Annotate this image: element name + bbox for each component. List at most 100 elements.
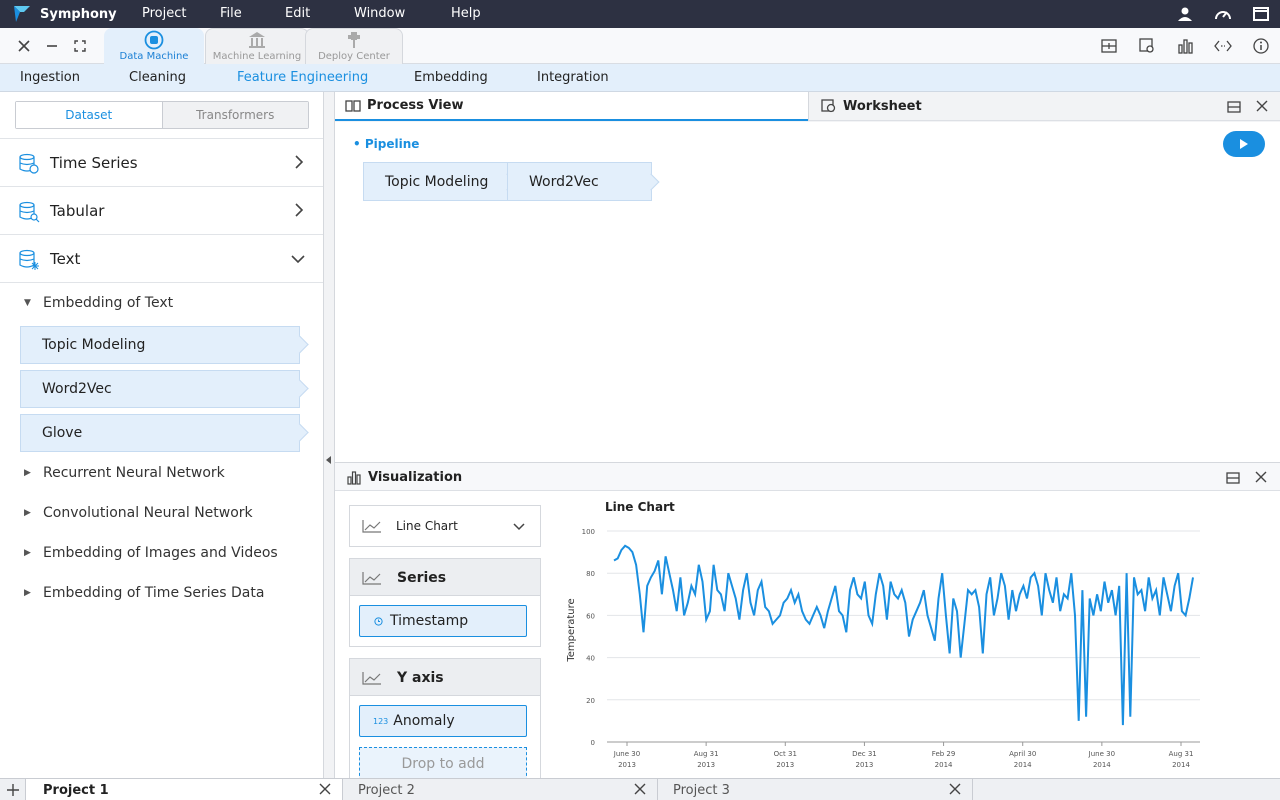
x-tick-label: 2014 — [1093, 761, 1111, 769]
close-icon[interactable] — [948, 782, 962, 796]
close-panel-icon[interactable] — [1255, 471, 1267, 483]
chart-title: Line Chart — [605, 500, 675, 514]
app-name: Symphony — [40, 6, 117, 22]
chart-type-select[interactable]: Line Chart — [349, 505, 541, 547]
bank-icon — [246, 30, 268, 50]
x-tick-label: Aug 31 — [1169, 750, 1194, 758]
menu-project[interactable]: Project — [142, 6, 186, 21]
play-icon — [1240, 139, 1248, 149]
close-icon[interactable] — [10, 28, 38, 64]
bar-chart-icon[interactable] — [1166, 28, 1204, 64]
chip-label: Anomaly — [393, 713, 455, 729]
pipeline-step-topic-modeling[interactable]: Topic Modeling — [363, 162, 508, 201]
info-icon[interactable] — [1242, 28, 1280, 64]
subnav-ingestion[interactable]: Ingestion — [20, 70, 80, 85]
category-text[interactable]: Text — [0, 234, 323, 282]
subnav: Ingestion Cleaning Feature Engineering E… — [0, 64, 1280, 92]
menu-file[interactable]: File — [220, 6, 242, 21]
tab-machine-learning[interactable]: Machine Learning — [205, 28, 309, 64]
gauge-icon[interactable] — [1204, 0, 1242, 28]
chart-type-value: Line Chart — [396, 519, 458, 533]
y-axis-header-label: Y axis — [397, 670, 444, 686]
tab-deploy-center[interactable]: Deploy Center — [305, 28, 403, 64]
project-tab-2[interactable]: Project 2 — [343, 779, 658, 800]
caret-right-icon: ▶ — [24, 508, 31, 518]
line-chart-icon — [362, 520, 381, 533]
x-tick-label: 2014 — [1014, 761, 1032, 769]
run-button[interactable] — [1223, 131, 1265, 157]
sidebar: Dataset Transformers Time Series Tabular… — [0, 92, 324, 778]
y-axis-chip-anomaly[interactable]: 123 Anomaly — [359, 705, 527, 737]
tab-label: Data Machine — [119, 51, 189, 62]
app-tab-row: Data Machine Machine Learning Deploy Cen… — [0, 28, 1280, 64]
tab-process-view[interactable]: Process View — [335, 92, 808, 121]
process-view-title: Process View — [367, 98, 464, 113]
transformer-word2vec[interactable]: Word2Vec — [20, 370, 300, 408]
group-convolutional-neural-network[interactable]: ▶ Convolutional Neural Network — [24, 505, 253, 521]
code-icon[interactable] — [1204, 28, 1242, 64]
subnav-integration[interactable]: Integration — [537, 70, 609, 85]
project-tab-1[interactable]: Project 1 — [26, 779, 343, 800]
pipeline-step-word2vec[interactable]: Word2Vec — [507, 162, 652, 201]
form-icon[interactable] — [1090, 28, 1128, 64]
segment-dataset[interactable]: Dataset — [16, 102, 162, 128]
subnav-feature-engineering[interactable]: Feature Engineering — [237, 70, 368, 85]
subnav-cleaning[interactable]: Cleaning — [129, 70, 186, 85]
minimize-icon[interactable] — [38, 28, 66, 64]
group-label: Embedding of Time Series Data — [43, 585, 265, 601]
panel-splitter[interactable] — [324, 92, 335, 778]
menu-edit[interactable]: Edit — [285, 6, 310, 21]
collapse-left-icon[interactable] — [326, 456, 331, 464]
subnav-embedding[interactable]: Embedding — [414, 70, 488, 85]
x-tick-label: June 30 — [1088, 750, 1115, 758]
close-panel-icon[interactable] — [1256, 100, 1268, 112]
close-icon[interactable] — [633, 782, 647, 796]
category-label: Tabular — [50, 202, 105, 220]
transformer-glove[interactable]: Glove — [20, 414, 300, 452]
project-tab-label: Project 3 — [673, 782, 730, 798]
group-label: Embedding of Text — [43, 295, 174, 311]
add-project-icon[interactable] — [0, 779, 26, 800]
pipeline-label: • Pipeline — [353, 137, 420, 151]
close-icon[interactable] — [318, 782, 332, 796]
tab-data-machine[interactable]: Data Machine — [104, 28, 204, 64]
process-view-icon — [345, 99, 361, 112]
menu-window[interactable]: Window — [354, 6, 405, 21]
chevron-down-icon — [513, 523, 525, 531]
group-label: Convolutional Neural Network — [43, 505, 253, 521]
visualization-header: Visualization — [335, 462, 1280, 491]
x-tick-label: Oct 31 — [774, 750, 797, 758]
group-embedding-of-text[interactable]: ▼ Embedding of Text — [24, 295, 173, 311]
group-embedding-images-videos[interactable]: ▶ Embedding of Images and Videos — [24, 545, 278, 561]
maximize-panel-icon[interactable] — [1226, 472, 1240, 484]
fullscreen-icon[interactable] — [66, 28, 94, 64]
visualization-title: Visualization — [368, 470, 463, 485]
window-icon[interactable] — [1242, 0, 1280, 28]
category-tabular[interactable]: Tabular — [0, 186, 323, 234]
user-icon[interactable] — [1166, 0, 1204, 28]
group-recurrent-neural-network[interactable]: ▶ Recurrent Neural Network — [24, 465, 225, 481]
preview-icon[interactable] — [1128, 28, 1166, 64]
transformer-topic-modeling[interactable]: Topic Modeling — [20, 326, 300, 364]
maximize-panel-icon[interactable] — [1227, 101, 1241, 113]
y-tick-label: 20 — [586, 697, 595, 705]
series-section-header: Series — [349, 558, 541, 596]
brand: Symphony — [0, 4, 120, 24]
menu-help[interactable]: Help — [451, 6, 481, 21]
x-tick-label: Feb 29 — [932, 750, 956, 758]
series-header-label: Series — [397, 570, 447, 586]
tab-worksheet[interactable]: Worksheet — [808, 92, 1280, 121]
menubar: Symphony Project File Edit Window Help — [0, 0, 1280, 28]
segment-transformers[interactable]: Transformers — [161, 102, 308, 128]
caret-down-icon: ▼ — [24, 298, 31, 308]
project-tab-3[interactable]: Project 3 — [658, 779, 973, 800]
group-embedding-time-series[interactable]: ▶ Embedding of Time Series Data — [24, 585, 264, 601]
category-time-series[interactable]: Time Series — [0, 138, 323, 186]
caret-right-icon: ▶ — [24, 468, 31, 478]
series-chip-timestamp[interactable]: Timestamp — [359, 605, 527, 637]
project-tab-label: Project 2 — [358, 782, 415, 798]
x-tick-label: Aug 31 — [694, 750, 719, 758]
x-tick-label: June 30 — [613, 750, 640, 758]
drop-zone[interactable]: Drop to add — [359, 747, 527, 781]
chevron-right-icon — [295, 155, 304, 169]
